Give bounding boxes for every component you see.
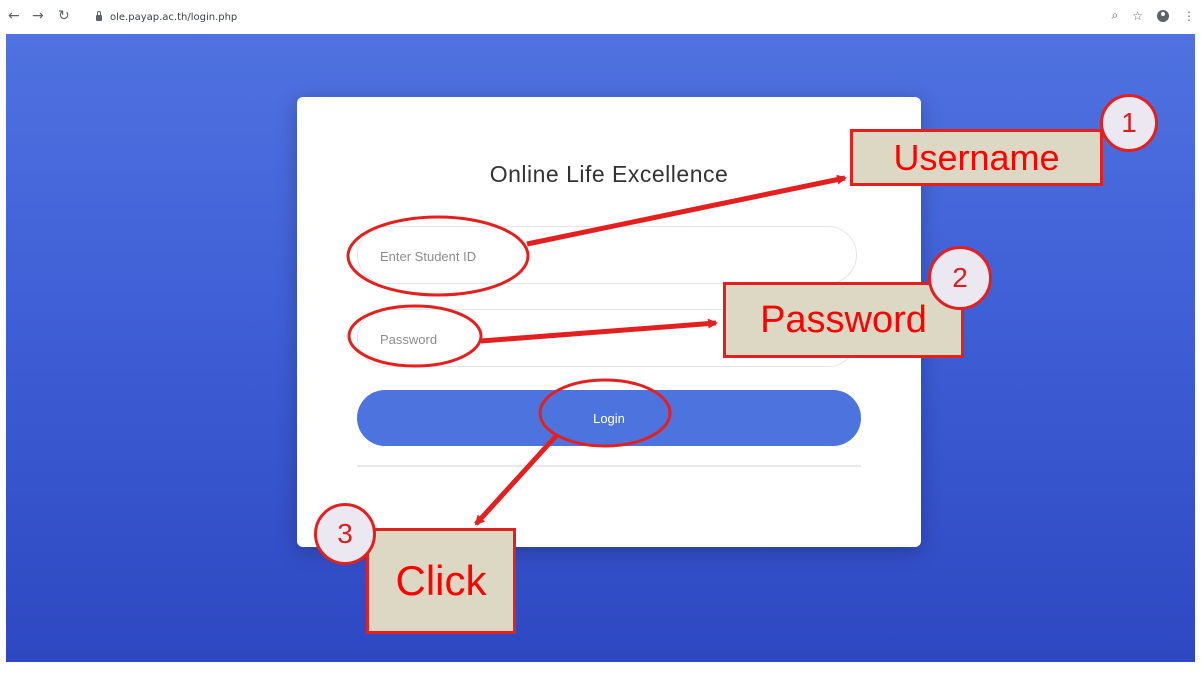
reload-icon[interactable]: ↻ [58,8,70,24]
url-text: ole.payap.ac.th/login.php [110,11,238,23]
student-id-field[interactable] [357,226,857,285]
zoom-icon[interactable]: ⌕ [1112,8,1119,23]
callout-number-2: 2 [928,246,992,310]
lock-icon [96,11,102,21]
back-arrow-icon[interactable]: ← [8,8,20,24]
forward-arrow-icon[interactable]: → [32,8,44,24]
page-title: Online Life Excellence [489,161,729,187]
divider [357,465,861,467]
callout-click: Click [366,528,516,634]
profile-icon[interactable] [1157,9,1169,22]
browser-toolbar: ← → ↻ ole.payap.ac.th/login.php ⌕ ☆ ⋮ [0,0,1201,34]
student-id-input[interactable] [378,227,842,285]
bottom-strip [0,662,1201,687]
callout-number-1: 1 [1100,94,1158,152]
login-button[interactable]: Login [357,390,861,446]
callout-password: Password [723,282,964,358]
callout-number-3: 3 [314,503,376,565]
menu-dots-icon[interactable]: ⋮ [1183,9,1195,23]
address-bar[interactable]: ole.payap.ac.th/login.php [96,5,237,29]
callout-username: Username [850,129,1103,186]
bookmark-star-icon[interactable]: ☆ [1132,9,1143,23]
toolbar-right-icons: ⌕ ☆ ⋮ [1112,8,1196,23]
